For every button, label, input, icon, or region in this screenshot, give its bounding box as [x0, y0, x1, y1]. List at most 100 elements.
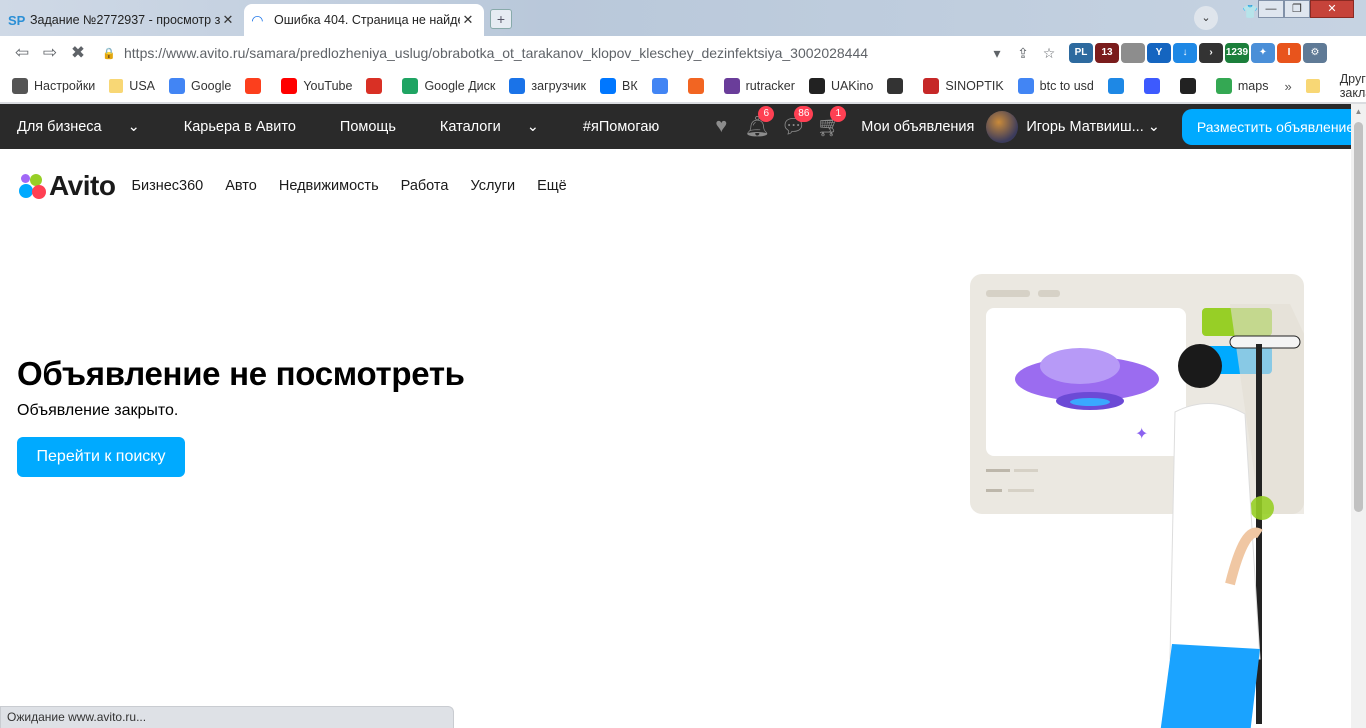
yandex-icon — [245, 78, 262, 94]
nav-item-0[interactable]: Бизнес360 — [131, 178, 203, 194]
post-ad-button[interactable]: Разместить объявление — [1181, 108, 1351, 145]
nav-item-3[interactable]: Работа — [401, 178, 449, 194]
page-scrollbar[interactable]: ▲ — [1351, 104, 1366, 728]
bookmark-4[interactable]: YouTube — [281, 78, 352, 94]
google-icon — [169, 78, 185, 94]
bookmark-19[interactable]: maps — [1215, 78, 1269, 94]
back-icon[interactable]: ⇦ — [8, 43, 36, 63]
tab-task[interactable]: SP Задание №2772937 - просмотр з ✕ — [0, 4, 244, 36]
star-icon[interactable]: ☆ — [1036, 45, 1062, 62]
extension-3-icon[interactable]: Y — [1147, 43, 1171, 63]
maximize-button[interactable]: ❐ — [1284, 0, 1310, 18]
extension-6-icon[interactable]: 1239 — [1225, 43, 1249, 63]
other-bookmarks-folder[interactable]: Другие закладки — [1305, 72, 1366, 100]
extension-2-icon[interactable] — [1121, 43, 1145, 63]
scrollbar-thumb[interactable] — [1354, 122, 1363, 512]
theme-icon[interactable]: 👕 — [1242, 4, 1258, 20]
painter-head — [1178, 344, 1222, 388]
favorites-heart-icon[interactable]: ♥ — [703, 115, 739, 138]
extension-9-icon[interactable]: ⚙ — [1303, 43, 1327, 63]
avatar[interactable] — [986, 110, 1019, 143]
topbar-link-2[interactable]: Помощь — [340, 119, 418, 135]
notifications-bell-icon[interactable]: 🔔︎ 6 — [739, 106, 775, 139]
sp-favicon-icon: SP — [8, 12, 26, 28]
topbar-link-label: Каталоги — [439, 118, 501, 135]
messages-icon[interactable]: 💬︎ 86 — [775, 106, 814, 139]
bookmark-10[interactable] — [687, 78, 710, 94]
bookmark-8[interactable]: ВК — [599, 78, 638, 94]
topbar-link-1[interactable]: Карьера в Авито — [184, 119, 318, 135]
bookmarks-bar: Настройки USA Google YouTube Google Диск загр… — [0, 70, 1366, 102]
avito-logo[interactable]: Avito — [17, 166, 116, 206]
bookmark-11[interactable]: rutracker — [723, 78, 795, 94]
bookmark-2[interactable]: Google — [169, 78, 231, 94]
bookmark-6[interactable]: Google Диск — [402, 78, 495, 94]
nav-item-1[interactable]: Авто — [225, 178, 257, 194]
topbar-links: Для бизнеса ⌄ Карьера в Авито Помощь Катало… — [17, 119, 703, 135]
rutracker-icon — [723, 78, 740, 94]
topbar-link-label: #яПомогаю — [582, 118, 660, 135]
extension-7-icon[interactable]: ✦ — [1251, 43, 1275, 63]
tab-avito-404[interactable]: ◠ Ошибка 404. Страница не найде ✕ — [244, 4, 484, 36]
stop-icon[interactable]: ✖ — [64, 43, 92, 63]
bookmark-18[interactable] — [1179, 78, 1202, 94]
bookmark-0[interactable]: Настройки — [12, 78, 95, 94]
dropdown-icon[interactable]: ▾ — [984, 45, 1010, 62]
bookmark-17[interactable] — [1143, 78, 1166, 94]
extension-5-icon[interactable]: › — [1199, 43, 1223, 63]
share-icon[interactable]: ⇪ — [1010, 45, 1036, 62]
forward-icon[interactable]: ⇨ — [36, 43, 64, 63]
f-icon — [687, 78, 704, 94]
my-ads-link[interactable]: Мои объявления — [861, 119, 974, 135]
user-menu[interactable]: Игорь Матвииш... ⌄ — [1026, 119, 1160, 135]
nav-item-4[interactable]: Услуги — [470, 178, 515, 194]
topbar-link-3[interactable]: Каталоги ⌄ — [440, 119, 561, 135]
avito-header: Avito Бизнес360 Авто Недвижимость Работа Усл… — [0, 149, 1351, 223]
bc-icon — [1179, 78, 1196, 94]
minimize-button[interactable]: — — [1258, 0, 1284, 18]
bookmark-12[interactable]: UAKino — [808, 78, 873, 94]
bookmark-14[interactable]: SINOPTIK — [923, 78, 1004, 94]
scroll-up-icon[interactable]: ▲ — [1351, 104, 1366, 120]
loading-spinner-icon: ◠ — [252, 11, 263, 28]
tab-search-button[interactable]: ⌄ — [1194, 6, 1218, 30]
url-host: https://www.avito.ru — [124, 45, 246, 61]
nav-item-5[interactable]: Ещё — [537, 178, 567, 194]
topbar-right: ♥ 🔔︎ 6 💬︎ 86 🛒︎ 1 Мои объявления Игорь Матв… — [703, 106, 1351, 145]
address-bar[interactable]: https://www.avito.ru/samara/predlozheniy… — [124, 45, 984, 61]
nav-item-2[interactable]: Недвижимость — [279, 178, 379, 194]
lock-icon[interactable]: 🔒 — [102, 47, 116, 60]
bookmark-16[interactable] — [1107, 78, 1130, 94]
tab-title: Ошибка 404. Страница не найде — [274, 13, 460, 27]
maps-icon — [1215, 78, 1232, 94]
extension-4-icon[interactable]: ↓ — [1173, 43, 1197, 63]
bookmark-13[interactable] — [887, 78, 909, 94]
bookmark-label: SINOPTIK — [945, 79, 1004, 93]
topbar-link-label: Для бизнеса — [17, 118, 102, 135]
close-icon[interactable]: ✕ — [220, 12, 236, 28]
extension-0-icon[interactable]: PL — [1069, 43, 1093, 63]
drive-icon — [402, 78, 419, 94]
bookmark-1[interactable]: USA — [109, 79, 155, 93]
bookmarks-overflow-button[interactable]: » — [1284, 79, 1291, 94]
avito-page: Для бизнеса ⌄ Карьера в Авито Помощь Катало… — [0, 104, 1351, 728]
close-icon[interactable]: ✕ — [460, 12, 476, 28]
topbar-link-4[interactable]: #яПомогаю — [583, 119, 681, 135]
bookmark-9[interactable] — [651, 78, 674, 94]
extension-1-icon[interactable]: 13 — [1095, 43, 1119, 63]
new-tab-button[interactable]: + — [490, 9, 512, 29]
bookmark-15[interactable]: btc to usd — [1017, 78, 1094, 94]
bookmark-label: maps — [1237, 79, 1269, 93]
bookmark-7[interactable]: загрузчик — [509, 78, 586, 94]
cart-icon[interactable]: 🛒︎ 1 — [811, 106, 847, 139]
cart-badge: 1 — [830, 106, 847, 122]
bookmark-5[interactable] — [366, 78, 388, 94]
bookmark-3[interactable] — [245, 78, 267, 94]
topbar-link-0[interactable]: Для бизнеса ⌄ — [17, 119, 162, 135]
window-close-button[interactable]: ✕ — [1310, 0, 1354, 18]
avito-topbar: Для бизнеса ⌄ Карьера в Авито Помощь Катало… — [0, 104, 1351, 149]
arrow-icon — [1143, 78, 1160, 94]
gear-icon — [12, 78, 28, 94]
go-to-search-button[interactable]: Перейти к поиску — [17, 437, 185, 477]
extension-8-icon[interactable]: I — [1277, 43, 1301, 63]
